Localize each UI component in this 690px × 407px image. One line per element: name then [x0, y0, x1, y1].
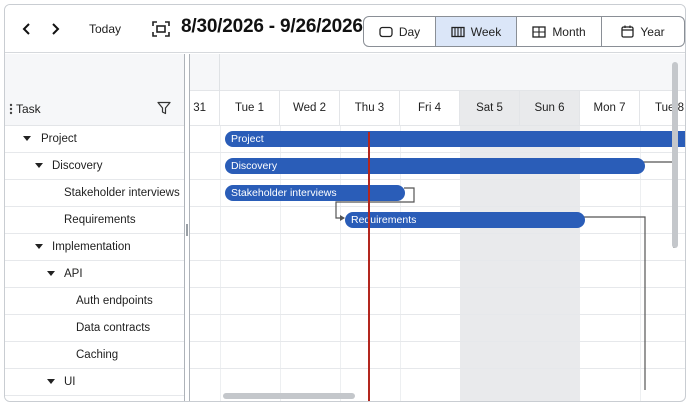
- view-day-label: Day: [398, 24, 421, 39]
- header-divider: [219, 54, 220, 91]
- grid-row-line: [190, 206, 685, 207]
- caret-down-icon[interactable]: [35, 244, 43, 250]
- task-label: Discovery: [52, 160, 103, 172]
- task-column-label: Task: [16, 102, 41, 116]
- grid-col-line: [220, 126, 221, 401]
- date-range-title: 8/30/2026 - 9/26/2026: [181, 16, 363, 37]
- view-day-button[interactable]: Day: [364, 17, 436, 46]
- caret-down-icon[interactable]: [47, 271, 55, 277]
- task-row-requirements[interactable]: Requirements: [5, 207, 184, 234]
- grid-row-line: [190, 260, 685, 261]
- today-marker: [368, 132, 370, 401]
- view-year-button[interactable]: Year: [602, 17, 684, 46]
- week-icon: [451, 26, 465, 37]
- day-header[interactable]: Mon 7: [580, 91, 640, 126]
- grid-row-line: [190, 287, 685, 288]
- bar-requirements[interactable]: Requirements: [345, 212, 585, 228]
- timeline-month-header: [190, 54, 685, 91]
- splitter-grip-icon: [186, 224, 188, 236]
- toolbar: Today 8/30/2026 - 9/26/2026 Day Week Mon…: [5, 5, 685, 53]
- view-year-label: Year: [640, 24, 665, 39]
- day-header[interactable]: Sun 6: [520, 91, 580, 126]
- filter-icon[interactable]: [157, 101, 171, 115]
- view-month-label: Month: [552, 24, 586, 39]
- day-header-partial: n 31: [190, 91, 220, 126]
- grid-row-line: [190, 233, 685, 234]
- task-row-caching[interactable]: Caching: [5, 342, 184, 369]
- caret-down-icon[interactable]: [35, 163, 43, 169]
- drag-handle-icon[interactable]: [9, 103, 13, 115]
- task-grid: Task Project Discovery Stakeholder inter…: [5, 54, 184, 401]
- link-discovery-continuation: [642, 161, 675, 248]
- day-header[interactable]: Sat 5: [460, 91, 520, 126]
- vertical-scrollbar[interactable]: [672, 62, 678, 248]
- timeline-chart: n 31 Tue 1 Wed 2 Thu 3 Fri 4 Sat 5 Sun 6…: [190, 54, 685, 401]
- task-label: Stakeholder interviews: [64, 187, 180, 199]
- grid-row-line: [190, 314, 685, 315]
- task-row-implementation[interactable]: Implementation: [5, 234, 184, 261]
- view-month-button[interactable]: Month: [517, 17, 602, 46]
- task-row-api[interactable]: API: [5, 261, 184, 288]
- caret-down-icon[interactable]: [23, 136, 31, 142]
- task-label: Requirements: [64, 214, 136, 226]
- view-switcher: Day Week Month Year: [363, 16, 685, 47]
- month-grid-icon: [532, 25, 546, 38]
- fit-screen-icon: [152, 21, 170, 37]
- caret-down-icon[interactable]: [47, 379, 55, 385]
- chevron-left-icon: [22, 23, 30, 35]
- task-column-header[interactable]: Task: [5, 91, 184, 126]
- horizontal-scrollbar[interactable]: [223, 393, 355, 399]
- day-header[interactable]: Wed 2: [280, 91, 340, 126]
- today-button[interactable]: Today: [85, 17, 125, 41]
- task-label: Caching: [76, 349, 119, 361]
- task-row-data-contracts[interactable]: Data contracts: [5, 315, 184, 342]
- task-row-ui[interactable]: UI: [5, 369, 184, 396]
- day-header[interactable]: Fri 4: [400, 91, 460, 126]
- link-requirements-continuation: [584, 216, 646, 390]
- bar-stakeholder-interviews[interactable]: Stakeholder interviews: [225, 185, 405, 201]
- grid-row-line: [190, 341, 685, 342]
- grid-row-line: [190, 152, 685, 153]
- task-row-discovery[interactable]: Discovery: [5, 153, 184, 180]
- view-week-button[interactable]: Week: [436, 17, 517, 46]
- day-header[interactable]: Thu 3: [340, 91, 400, 126]
- task-label: Implementation: [52, 241, 131, 253]
- task-label: Project: [41, 133, 77, 145]
- previous-button[interactable]: [17, 19, 37, 39]
- day-header[interactable]: Tue 8: [640, 91, 685, 126]
- bar-discovery[interactable]: Discovery: [225, 158, 645, 174]
- task-row-auth-endpoints[interactable]: Auth endpoints: [5, 288, 184, 315]
- calendar-icon: [621, 25, 635, 38]
- next-button[interactable]: [45, 19, 65, 39]
- view-week-label: Week: [470, 24, 502, 39]
- task-label: API: [64, 268, 83, 280]
- grid-row-line: [190, 179, 685, 180]
- fit-to-screen-button[interactable]: [151, 20, 171, 38]
- task-row-stakeholder-interviews[interactable]: Stakeholder interviews: [5, 180, 184, 207]
- day-header[interactable]: Tue 1: [220, 91, 280, 126]
- task-label: UI: [64, 376, 76, 388]
- task-label: Data contracts: [76, 322, 151, 334]
- gantt-widget: Today 8/30/2026 - 9/26/2026 Day Week Mon…: [4, 4, 686, 402]
- card-icon: [379, 26, 393, 37]
- bar-project[interactable]: Project: [225, 131, 685, 147]
- task-label: Auth endpoints: [76, 295, 153, 307]
- chevron-right-icon: [52, 23, 60, 35]
- grid-row-line: [190, 368, 685, 369]
- task-grid-header-spacer: [5, 54, 184, 91]
- task-row-project[interactable]: Project: [5, 126, 184, 153]
